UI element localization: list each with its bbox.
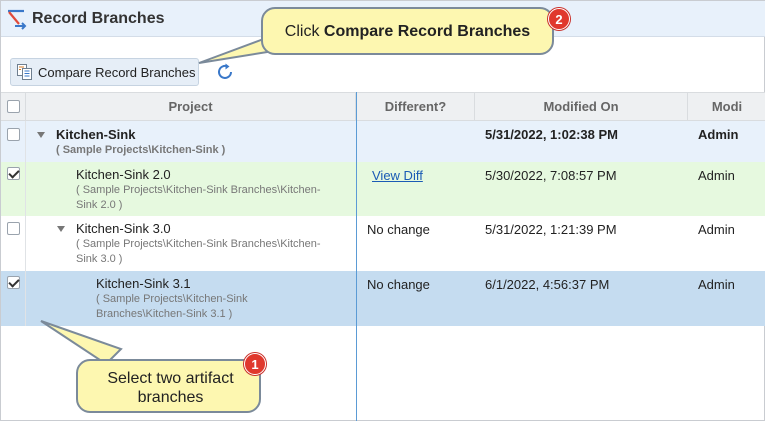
modified-on: 5/31/2022, 1:02:38 PM [485,127,618,142]
branch-name: Kitchen-Sink [56,127,136,142]
table-row[interactable]: Kitchen-Sink ( Sample Projects\Kitchen-S… [1,121,765,162]
row-checkbox-cell [1,216,26,271]
modified-by: Admin [698,222,735,237]
modified-on: 5/31/2022, 1:21:39 PM [485,222,617,237]
row-checkbox-cell [1,121,26,162]
step-1-badge: 1 [244,353,266,375]
table-row[interactable]: Kitchen-Sink 2.0 ( Sample Projects\Kitch… [1,162,765,216]
column-project[interactable]: Project [26,93,356,121]
table-row[interactable]: Kitchen-Sink 3.1 ( Sample Projects\Kitch… [1,271,765,326]
different-status: No change [367,277,430,292]
select-all-checkbox[interactable] [7,100,20,113]
callout-bold-text: Compare Record Branches [323,23,531,40]
column-divider [356,92,357,421]
collapse-triangle-icon[interactable] [57,226,65,232]
compare-documents-icon [17,64,32,80]
grid-header: Project Different? Modified On Modi [1,92,765,121]
branch-name: Kitchen-Sink 3.1 [96,276,191,291]
callout-prefix: Click [284,23,324,40]
refresh-icon[interactable] [214,61,236,83]
view-diff-link[interactable]: View Diff [372,168,423,183]
row-checkbox[interactable] [7,128,20,141]
row-checkbox[interactable] [7,222,20,235]
branch-icon [8,9,27,30]
table-row[interactable]: Kitchen-Sink 3.0 ( Sample Projects\Kitch… [1,216,765,271]
step-2-badge: 2 [548,8,570,30]
modified-on: 5/30/2022, 7:08:57 PM [485,168,617,183]
select-all-cell [1,93,26,121]
modified-by: Admin [698,127,739,142]
compare-record-branches-button[interactable]: Compare Record Branches [10,58,199,86]
row-checkbox-cell [1,162,26,216]
branch-name: Kitchen-Sink 2.0 [76,167,171,182]
row-checkbox[interactable] [7,276,20,289]
row-checkbox[interactable] [7,167,20,180]
record-branches-panel: Record Branches Compare Record Branches … [0,0,765,421]
callout-text: Select two artifact branches [107,370,234,406]
branch-path: ( Sample Projects\Kitchen-Sink Branches\… [76,238,321,265]
page-title: Record Branches [32,10,165,27]
branch-name: Kitchen-Sink 3.0 [76,221,171,236]
column-different[interactable]: Different? [357,93,475,121]
branch-path: ( Sample Projects\Kitchen-Sink Branches\… [76,184,321,211]
branch-path: ( Sample Projects\Kitchen-Sink ) [56,144,226,156]
modified-by: Admin [698,277,735,292]
callout-select-branches: Select two artifact branches [76,359,261,413]
modified-on: 6/1/2022, 4:56:37 PM [485,277,610,292]
branch-path: ( Sample Projects\Kitchen-Sink Branches\… [96,293,248,320]
modified-by: Admin [698,168,735,183]
different-status: No change [367,222,430,237]
compare-button-label: Compare Record Branches [38,64,196,80]
callout-click-compare: Click Compare Record Branches [261,7,554,55]
column-modified-on[interactable]: Modified On [475,93,688,121]
row-checkbox-cell [1,271,26,326]
column-modified-by[interactable]: Modi [688,93,765,121]
collapse-triangle-icon[interactable] [37,132,45,138]
